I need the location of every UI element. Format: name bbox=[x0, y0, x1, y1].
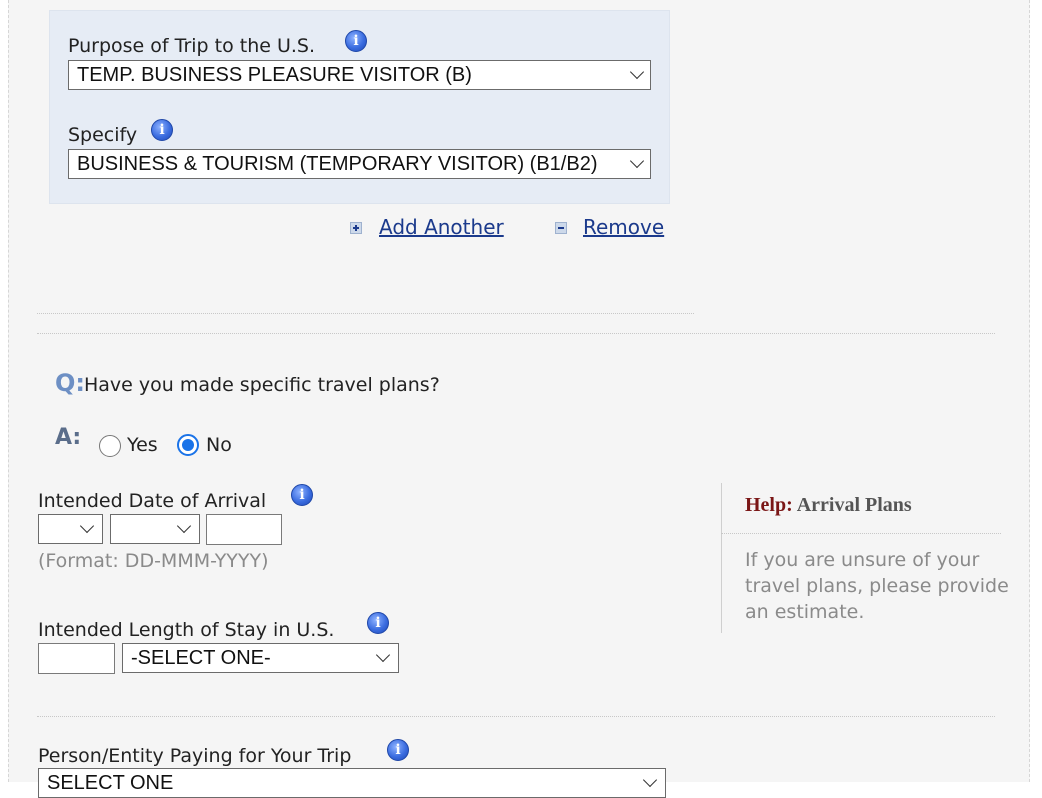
info-icon[interactable]: i bbox=[367, 612, 389, 634]
arrival-month-select[interactable] bbox=[110, 514, 200, 544]
minus-icon[interactable] bbox=[555, 222, 567, 234]
arrival-label: Intended Date of Arrival bbox=[38, 490, 267, 512]
remove-link[interactable]: Remove bbox=[583, 215, 664, 239]
stay-label: Intended Length of Stay in U.S. bbox=[38, 619, 335, 641]
travel-plans-question: Have you made specific travel plans? bbox=[84, 374, 440, 396]
chevron-down-icon bbox=[642, 772, 658, 788]
help-panel-border bbox=[721, 483, 722, 633]
divider bbox=[37, 333, 995, 334]
help-title-prefix: Help: bbox=[745, 494, 793, 516]
stay-number-input[interactable] bbox=[38, 643, 115, 674]
chevron-down-icon bbox=[629, 64, 645, 80]
arrival-year-input[interactable] bbox=[206, 514, 282, 545]
divider bbox=[721, 533, 1001, 534]
info-icon[interactable]: i bbox=[291, 484, 313, 506]
yes-label: Yes bbox=[127, 434, 158, 456]
yes-radio[interactable] bbox=[99, 435, 121, 457]
divider bbox=[37, 313, 694, 314]
plus-icon[interactable] bbox=[350, 222, 362, 234]
info-icon[interactable]: i bbox=[387, 739, 409, 761]
divider bbox=[37, 716, 995, 717]
purpose-label: Purpose of Trip to the U.S. bbox=[68, 35, 316, 57]
info-icon[interactable]: i bbox=[345, 30, 367, 52]
help-text: If you are unsure of your travel plans, … bbox=[745, 549, 1009, 623]
no-radio[interactable] bbox=[177, 434, 199, 456]
arrival-day-select[interactable] bbox=[38, 514, 103, 544]
purpose-select[interactable]: TEMP. BUSINESS PLEASURE VISITOR (B) bbox=[68, 60, 651, 90]
add-another-link[interactable]: Add Another bbox=[379, 215, 504, 239]
date-format-hint: (Format: DD-MMM-YYYY) bbox=[38, 550, 269, 572]
specify-select-value: BUSINESS & TOURISM (TEMPORARY VISITOR) (… bbox=[77, 153, 598, 175]
payer-select[interactable]: SELECT ONE bbox=[38, 768, 666, 798]
help-title-text: Arrival Plans bbox=[796, 494, 912, 516]
specify-label: Specify bbox=[68, 124, 138, 146]
payer-select-value: SELECT ONE bbox=[47, 772, 174, 794]
form-panel: Purpose of Trip to the U.S. i TEMP. BUSI… bbox=[8, 0, 1030, 798]
payer-label: Person/Entity Paying for Your Trip bbox=[38, 745, 352, 767]
chevron-down-icon bbox=[79, 518, 95, 534]
chevron-down-icon bbox=[375, 647, 391, 663]
info-icon[interactable]: i bbox=[151, 119, 173, 141]
question-marker: Q: bbox=[55, 369, 85, 397]
purpose-select-value: TEMP. BUSINESS PLEASURE VISITOR (B) bbox=[77, 64, 472, 86]
no-label: No bbox=[206, 434, 232, 456]
stay-unit-select[interactable]: -SELECT ONE- bbox=[122, 643, 399, 673]
stay-unit-value: -SELECT ONE- bbox=[131, 647, 271, 669]
chevron-down-icon bbox=[176, 518, 192, 534]
help-title: Help: Arrival Plans bbox=[745, 494, 912, 517]
specify-select[interactable]: BUSINESS & TOURISM (TEMPORARY VISITOR) (… bbox=[68, 149, 651, 179]
answer-marker: A: bbox=[55, 425, 82, 450]
